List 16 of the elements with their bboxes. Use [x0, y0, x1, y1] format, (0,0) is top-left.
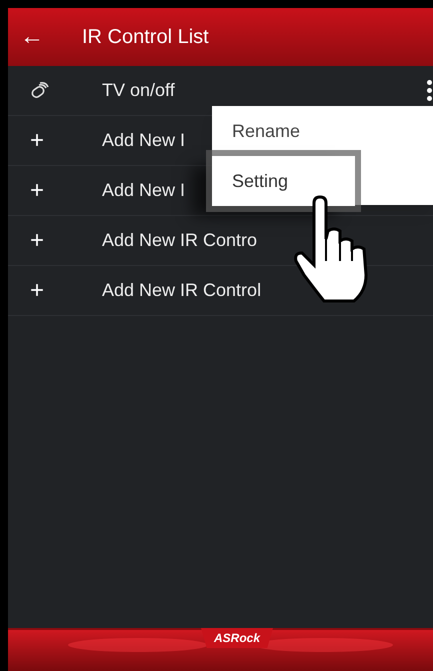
- menu-item[interactable]: Setting: [212, 156, 355, 206]
- row-label: TV on/off: [102, 79, 175, 102]
- plus-icon: +: [30, 272, 47, 308]
- overflow-menu-icon[interactable]: [425, 80, 433, 101]
- plus-icon: +: [30, 172, 47, 208]
- plus-icon: +: [30, 122, 47, 158]
- screen-title: IR Control List: [82, 25, 209, 50]
- row-label: Add New IR Control: [102, 279, 262, 302]
- row-label: Add New I: [102, 129, 186, 152]
- remote-icon: [29, 82, 49, 100]
- row-label: Add New I: [102, 179, 186, 202]
- brand-logo: ASRock: [201, 628, 273, 648]
- back-button[interactable]: ←: [20, 19, 68, 55]
- menu-item[interactable]: Rename: [212, 106, 433, 156]
- plus-icon: +: [30, 222, 47, 258]
- row-label: Add New IR Contro: [102, 229, 258, 252]
